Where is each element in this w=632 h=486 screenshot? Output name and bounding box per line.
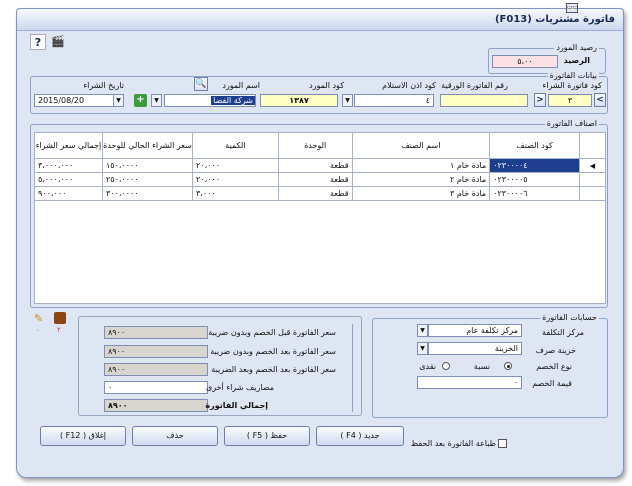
row-indicator-icon: ◀ bbox=[579, 158, 606, 173]
after-discount-label: سعر الفاتورة بعد الخصم وبدون ضريبة bbox=[210, 347, 336, 356]
cell-price[interactable]: ٣٠٠،٠٠٠٠ bbox=[101, 186, 193, 201]
after-discount-field: ٨٩٠٠ bbox=[104, 345, 208, 358]
cell-item-name[interactable]: مادة خام ١ bbox=[351, 158, 491, 173]
new-button[interactable]: جديد ( F4 ) bbox=[316, 426, 404, 446]
invoice-total-label: إجمالي الفاتورة bbox=[205, 401, 268, 410]
invoice-data-group-label: بيانات الفاتورة bbox=[547, 71, 599, 80]
cost-center-label: مركز التكلفة bbox=[542, 328, 584, 337]
items-table: إجمالي سعر الشراء سعر الشراء الحالي للوح… bbox=[34, 132, 606, 201]
col-item-name-header[interactable]: اسم الصنف bbox=[351, 132, 491, 159]
cell-price[interactable]: ٢٥٠،٠٠٠٠ bbox=[101, 172, 193, 187]
cell-qty[interactable]: ٢٠،٠٠٠ bbox=[191, 158, 279, 173]
cell-price[interactable]: ١٥٠،٠٠٠٠ bbox=[101, 158, 193, 173]
supplier-code-field[interactable]: ١٣٨٧ bbox=[260, 94, 338, 107]
cell-total[interactable]: ٩٠٠،٠٠٠ bbox=[34, 186, 103, 201]
supplier-code-label: كود المورد bbox=[309, 81, 344, 90]
row-indicator bbox=[579, 186, 606, 201]
supplier-balance-group-label: رصيد المورد bbox=[554, 43, 599, 52]
discount-value-label: قيمة الخصم bbox=[532, 379, 572, 388]
col-unit-header[interactable]: الوحدة bbox=[277, 132, 353, 159]
prev-invoice-button[interactable]: < bbox=[594, 93, 606, 107]
print-after-save-checkbox[interactable] bbox=[498, 439, 507, 448]
discount-percent-radio[interactable] bbox=[504, 362, 512, 370]
before-discount-field: ٨٩٠٠ bbox=[104, 326, 208, 339]
box-icon[interactable] bbox=[54, 312, 66, 324]
cell-item-name[interactable]: مادة خام ٣ bbox=[351, 186, 491, 201]
cell-qty[interactable]: ٣،٠٠٠ bbox=[191, 186, 279, 201]
discount-percent-label: نسبة bbox=[473, 362, 490, 371]
other-expenses-label: مصاريف شراء أخرى bbox=[205, 383, 274, 392]
next-invoice-button[interactable]: > bbox=[534, 93, 546, 107]
print-after-save-label: طباعة الفاتورة بعد الحفظ bbox=[410, 439, 496, 448]
cost-center-dropdown-icon[interactable]: ▼ bbox=[417, 324, 428, 337]
paper-invoice-field[interactable] bbox=[440, 94, 528, 107]
purchase-date-dropdown-icon[interactable]: ▼ bbox=[113, 94, 124, 107]
supplier-name-label: اسم المورد bbox=[222, 81, 260, 90]
receipt-code-field[interactable]: ٤ bbox=[354, 94, 434, 107]
other-expenses-field[interactable]: ٠ bbox=[104, 381, 208, 394]
attachment-count: ٠ bbox=[36, 326, 40, 334]
discount-value-field[interactable]: ٠ bbox=[417, 376, 522, 389]
cell-item-name[interactable]: مادة خام ٢ bbox=[351, 172, 491, 187]
col-price-header[interactable]: سعر الشراء الحالي للوحدة bbox=[101, 132, 193, 159]
paper-invoice-label: رقم الفاتورة الورقية bbox=[441, 81, 508, 90]
table-row[interactable]: ٣،٠٠٠،٠٠٠ ١٥٠،٠٠٠٠ ٢٠،٠٠٠ قطعة مادة خام … bbox=[34, 158, 606, 173]
invoice-total-field: ٨٩٠٠ bbox=[104, 399, 208, 412]
discount-type-label: نوع الخصم bbox=[536, 362, 572, 371]
after-tax-label: سعر الفاتورة بعد الخصم وبعد الضريبة bbox=[211, 365, 336, 374]
delete-button[interactable]: حذف bbox=[132, 426, 218, 446]
treasury-label: خزينة صرف bbox=[535, 346, 576, 355]
cell-item-code[interactable]: ٠٢٣٠٠٠٠٦ bbox=[489, 186, 580, 201]
row-indicator bbox=[579, 172, 606, 187]
invoice-accounts-group-label: حسابات الفاتورة bbox=[540, 313, 599, 322]
discount-cash-radio[interactable] bbox=[442, 362, 450, 370]
cell-unit[interactable]: قطعة bbox=[277, 158, 353, 173]
window-title: فاتورة مشتريات (F013) bbox=[494, 14, 615, 25]
close-button[interactable]: إغلاق ( F12 ) bbox=[40, 426, 126, 446]
cell-total[interactable]: ٣،٠٠٠،٠٠٠ bbox=[34, 158, 103, 173]
col-item-code-header[interactable]: كود الصنف bbox=[489, 132, 580, 159]
balance-field: ٥،٠٠ bbox=[492, 55, 558, 68]
balance-label: الرصيد bbox=[563, 56, 590, 65]
help-icon[interactable]: ? bbox=[30, 34, 46, 50]
box-count: ٢ bbox=[57, 326, 61, 334]
items-header-row: إجمالي سعر الشراء سعر الشراء الحالي للوح… bbox=[34, 132, 606, 159]
cell-qty[interactable]: ٢٠،٠٠٠ bbox=[191, 172, 279, 187]
treasury-dropdown-icon[interactable]: ▼ bbox=[417, 342, 428, 355]
table-row[interactable]: ٩٠٠،٠٠٠ ٣٠٠،٠٠٠٠ ٣،٠٠٠ قطعة مادة خام ٣ ٠… bbox=[34, 186, 606, 201]
cell-total[interactable]: ٥،٠٠٠،٠٠٠ bbox=[34, 172, 103, 187]
clapper-icon[interactable]: 🎬 bbox=[50, 34, 66, 50]
purchase-code-label: كود فاتورة الشراء bbox=[542, 81, 602, 90]
treasury-field[interactable]: الخزينة bbox=[428, 342, 522, 355]
receipt-code-dropdown-icon[interactable]: ▼ bbox=[342, 94, 353, 107]
purchase-date-label: تاريخ الشراء bbox=[83, 81, 124, 90]
cost-center-field[interactable]: مركز تكلفة عام bbox=[428, 324, 522, 337]
before-discount-label: سعر الفاتورة قبل الخصم وبدون ضريبة bbox=[208, 328, 336, 337]
supplier-name-value: شركة الفضا bbox=[211, 96, 255, 105]
supplier-search-icon[interactable]: 🔍 bbox=[194, 77, 208, 91]
table-row[interactable]: ٥،٠٠٠،٠٠٠ ٢٥٠،٠٠٠٠ ٢٠،٠٠٠ قطعة مادة خام … bbox=[34, 172, 606, 187]
after-tax-field: ٨٩٠٠ bbox=[104, 363, 208, 376]
purchase-date-field[interactable]: 2015/08/20 bbox=[34, 94, 114, 107]
invoice-items-group-label: اصناف الفاتورة bbox=[544, 119, 599, 128]
cell-item-code[interactable]: ٠٢٣٠٠٠٠٤ bbox=[489, 158, 580, 173]
supplier-name-field[interactable]: شركة الفضا bbox=[164, 94, 256, 107]
window-control-icon[interactable]: ▭▭ bbox=[566, 3, 578, 13]
receipt-code-label: كود اذن الاستلام bbox=[382, 81, 436, 90]
col-qty-header[interactable]: الكمية bbox=[191, 132, 279, 159]
discount-cash-label: نقدى bbox=[419, 362, 436, 371]
save-button[interactable]: حفظ ( F5 ) bbox=[224, 426, 310, 446]
cell-unit[interactable]: قطعة bbox=[277, 172, 353, 187]
cell-item-code[interactable]: ٠٢٣٠٠٠٠٥ bbox=[489, 172, 580, 187]
supplier-dropdown-icon[interactable]: ▼ bbox=[151, 94, 162, 107]
title-bar: فاتورة مشتريات (F013) bbox=[17, 9, 623, 31]
add-supplier-icon[interactable]: + bbox=[134, 94, 147, 107]
row-indicator-header bbox=[579, 132, 606, 159]
totals-divider bbox=[352, 324, 353, 412]
col-total-header[interactable]: إجمالي سعر الشراء bbox=[34, 132, 103, 159]
purchase-code-field[interactable]: ٣ bbox=[548, 94, 592, 107]
cell-unit[interactable]: قطعة bbox=[277, 186, 353, 201]
attachment-icon[interactable]: ✎ bbox=[34, 312, 43, 325]
